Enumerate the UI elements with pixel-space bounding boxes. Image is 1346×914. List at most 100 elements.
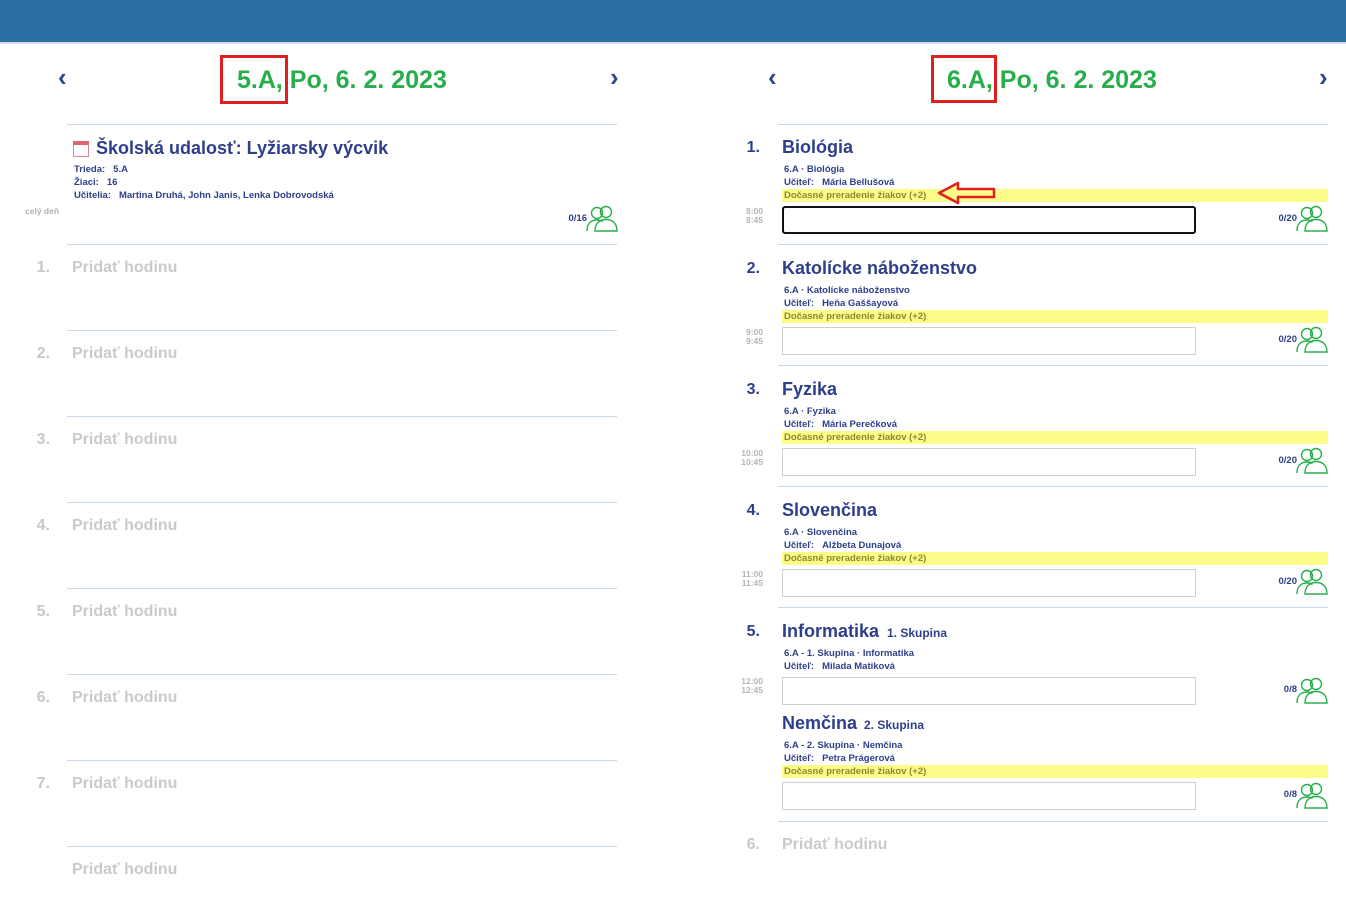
chevron-right-icon[interactable]: › — [610, 64, 619, 90]
event-students: Žiaci: 16 — [74, 177, 118, 188]
annotation-box-class — [220, 55, 288, 104]
slot-number: 5. — [36, 603, 50, 620]
right-panel-class-6a: ‹ › 6.A, Po, 6. 2. 2023 1. Biológia 6.A … — [710, 46, 1346, 914]
separator — [67, 502, 617, 503]
add-lesson-link[interactable]: Pridať hodinu — [72, 602, 177, 622]
add-lesson-link[interactable]: Pridať hodinu — [72, 860, 177, 880]
lesson-subject: Slovenčina — [782, 500, 878, 520]
separator — [67, 416, 617, 417]
people-icon[interactable] — [1296, 676, 1328, 704]
transfer-highlight: Dočasné preradenie žiakov (+2) — [782, 189, 1328, 202]
lesson-number: 5. — [746, 623, 760, 640]
separator — [778, 244, 1328, 245]
add-lesson-link[interactable]: Pridať hodinu — [72, 430, 177, 450]
lesson-group: 2. Skupina — [864, 718, 925, 732]
lesson-topic-input[interactable] — [782, 448, 1196, 476]
attendance-count: 0/8 — [1283, 789, 1297, 800]
transfer-highlight: Dočasné preradenie žiakov (+2) — [782, 552, 1328, 565]
add-lesson-link[interactable]: Pridať hodinu — [72, 516, 177, 536]
top-header-bar — [0, 0, 1346, 44]
add-lesson-link[interactable]: Pridať hodinu — [72, 688, 177, 708]
separator — [67, 244, 617, 245]
lesson-number: 2. — [746, 260, 760, 277]
lesson-topic-input[interactable] — [782, 569, 1196, 597]
people-icon[interactable] — [1296, 325, 1328, 353]
event-class: Trieda: 5.A — [74, 164, 128, 175]
transfer-highlight: Dočasné preradenie žiakov (+2) — [782, 310, 1328, 323]
attendance-count: 0/20 — [1278, 455, 1298, 466]
lesson-subject: Katolícke náboženstvo — [782, 258, 978, 278]
separator — [67, 330, 617, 331]
separator — [67, 760, 617, 761]
lesson-teacher: Učiteľ: Milada Matiková — [784, 661, 895, 672]
transfer-highlight: Dočasné preradenie žiakov (+2) — [782, 765, 1328, 778]
separator — [778, 607, 1328, 608]
separator — [778, 124, 1328, 125]
slot-number: 1. — [36, 259, 50, 276]
people-icon[interactable] — [1296, 204, 1328, 232]
lesson-class-line: 6.A · Biológia — [784, 164, 845, 175]
lesson-class-line: 6.A · Slovenčina — [784, 527, 858, 538]
add-lesson-link[interactable]: Pridať hodinu — [72, 344, 177, 364]
calendar-icon — [73, 141, 89, 157]
lesson-teacher: Učiteľ: Petra Prágerová — [784, 753, 895, 764]
lesson-subject: Informatika — [782, 621, 880, 641]
annotation-arrow — [937, 181, 996, 205]
lesson-teacher: Učiteľ: Mária Perečková — [784, 419, 898, 430]
attendance-count: 0/20 — [1278, 213, 1298, 224]
lesson-end-time: 12:45 — [741, 685, 763, 695]
add-lesson-link[interactable]: Pridať hodinu — [782, 835, 887, 855]
people-icon[interactable] — [1296, 781, 1328, 809]
lesson-class-line: 6.A - 1. Skupina · Informatika — [784, 648, 915, 659]
people-icon[interactable] — [1296, 567, 1328, 595]
allday-label: celý deň — [25, 206, 60, 216]
attendance-count: 0/20 — [1278, 334, 1298, 345]
slot-number: 3. — [36, 431, 50, 448]
lesson-topic-input[interactable] — [782, 677, 1196, 705]
slot-number: 6. — [746, 836, 760, 853]
lesson-group: 1. Skupina — [887, 626, 948, 640]
lesson-class-line: 6.A · Katolícke náboženstvo — [784, 285, 910, 296]
separator — [67, 588, 617, 589]
people-icon[interactable] — [586, 204, 618, 232]
attendance-count: 0/16 — [568, 213, 588, 224]
lesson-topic-input[interactable] — [782, 206, 1196, 234]
lesson-end-time: 10:45 — [741, 457, 763, 467]
lesson-end-time: 8:45 — [745, 215, 763, 225]
lesson-end-time: 9:45 — [745, 336, 763, 346]
chevron-left-icon[interactable]: ‹ — [768, 64, 777, 90]
title-date: Po, 6. 2. 2023 — [282, 66, 447, 94]
separator — [67, 674, 617, 675]
separator — [67, 124, 617, 125]
title-date: Po, 6. 2. 2023 — [992, 66, 1157, 94]
lesson-subject: Nemčina — [782, 713, 858, 733]
lesson-topic-input[interactable] — [782, 327, 1196, 355]
people-icon[interactable] — [1296, 446, 1328, 474]
slot-number: 6. — [36, 689, 50, 706]
lesson-end-time: 11:45 — [741, 578, 763, 588]
lesson-subject: Fyzika — [782, 379, 838, 399]
attendance-count: 0/8 — [1283, 684, 1297, 695]
chevron-left-icon[interactable]: ‹ — [58, 64, 67, 90]
separator — [67, 846, 617, 847]
lesson-teacher: Učiteľ: Mária Bellušová — [784, 177, 895, 188]
lesson-subject: Biológia — [782, 137, 853, 157]
separator — [778, 365, 1328, 366]
separator — [778, 486, 1328, 487]
add-lesson-link[interactable]: Pridať hodinu — [72, 774, 177, 794]
lesson-topic-input[interactable] — [782, 782, 1196, 810]
chevron-right-icon[interactable]: › — [1319, 64, 1328, 90]
transfer-highlight: Dočasné preradenie žiakov (+2) — [782, 431, 1328, 444]
slot-number: 2. — [36, 345, 50, 362]
add-lesson-link[interactable]: Pridať hodinu — [72, 258, 177, 278]
event-teachers: Učitelia: Martina Druhá, John Janis, Lenk… — [74, 190, 334, 201]
separator — [778, 821, 1328, 822]
lesson-number: 1. — [746, 139, 760, 156]
lesson-number: 3. — [746, 381, 760, 398]
slot-number: 7. — [36, 775, 50, 792]
attendance-count: 0/20 — [1278, 576, 1298, 587]
annotation-box-class — [931, 55, 997, 103]
slot-number: 4. — [36, 517, 50, 534]
event-title: Školská udalosť: Lyžiarsky výcvik — [96, 138, 389, 158]
lesson-class-line: 6.A · Fyzika — [784, 406, 836, 417]
